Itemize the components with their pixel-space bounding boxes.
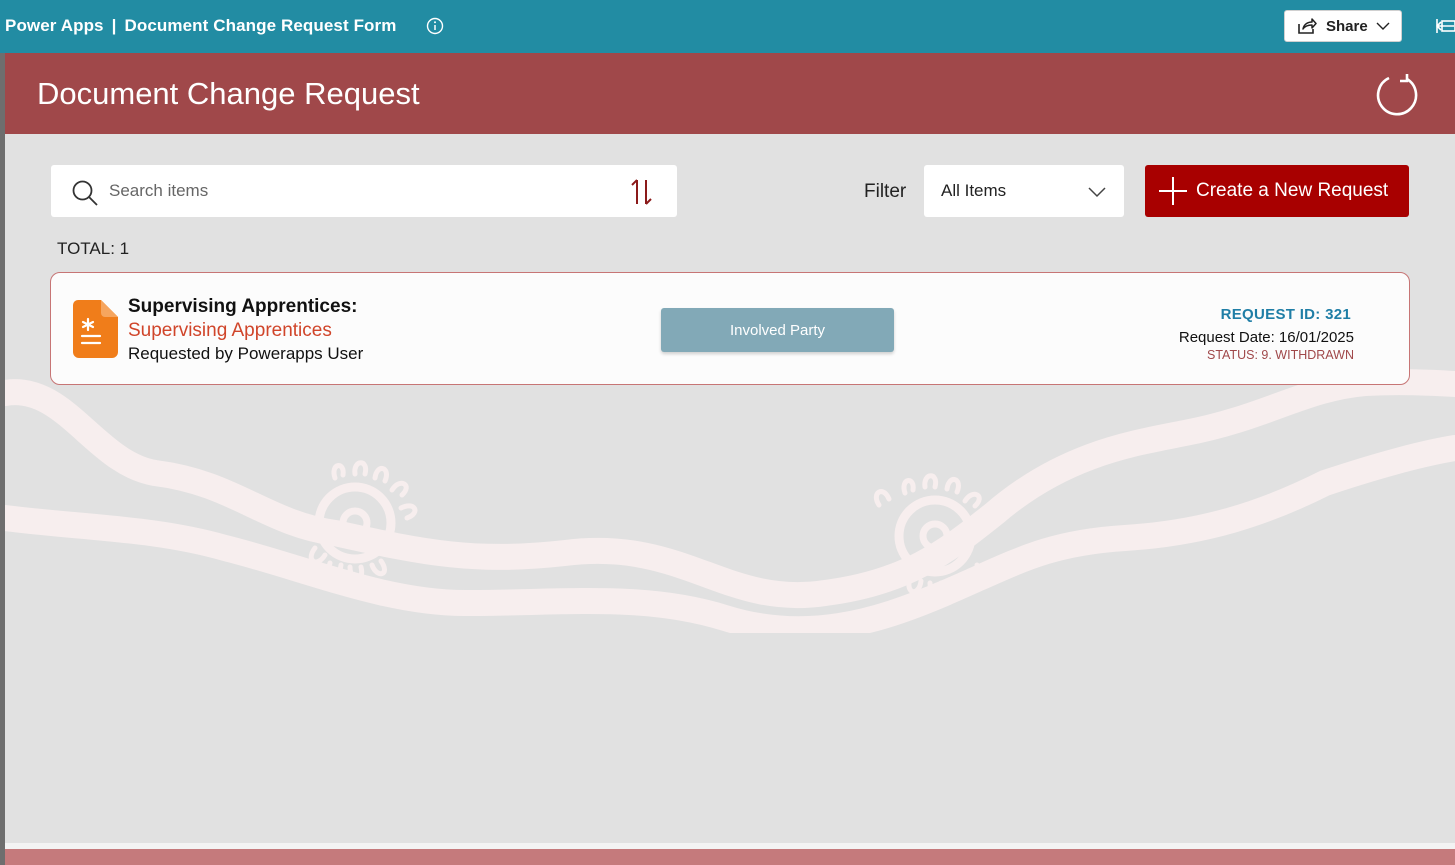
record-subtitle: Supervising Apprentices (128, 320, 332, 341)
status-badge: STATUS: 9. WITHDRAWN (1207, 348, 1354, 362)
request-card[interactable]: Supervising Apprentices: Supervising App… (50, 272, 1410, 385)
document-icon (73, 300, 118, 358)
chevron-down-icon (1376, 22, 1390, 30)
create-request-button[interactable]: Create a New Request (1145, 165, 1409, 217)
form-title: Document Change Request Form (124, 16, 397, 35)
app-breadcrumb: Power Apps | Document Change Request Form (5, 16, 396, 36)
plus-icon (1159, 177, 1187, 205)
footer-bar (5, 849, 1455, 865)
app-canvas: Document Change Request Search items Fil… (5, 53, 1455, 865)
chevron-down-icon (1088, 187, 1106, 198)
refresh-icon[interactable] (1375, 71, 1421, 117)
search-box[interactable] (51, 165, 677, 217)
page-title: Document Change Request (37, 76, 420, 111)
share-icon (1298, 18, 1317, 34)
fullscreen-icon[interactable] (1436, 18, 1455, 34)
record-requested-by: Requested by Powerapps User (128, 344, 364, 363)
create-request-label: Create a New Request (1196, 180, 1389, 201)
info-icon[interactable] (426, 17, 444, 35)
share-button[interactable]: Share (1284, 10, 1402, 42)
request-date: Request Date: 16/01/2025 (1178, 329, 1354, 346)
filter-dropdown[interactable]: All Items (924, 165, 1124, 217)
sort-icon[interactable] (629, 177, 655, 207)
search-input[interactable] (109, 175, 609, 207)
share-label: Share (1326, 17, 1368, 35)
request-id: REQUEST ID: 321 (1220, 306, 1351, 323)
filter-label: Filter (864, 181, 907, 202)
background-artwork (5, 369, 1455, 633)
app-header: Document Change Request (5, 53, 1455, 134)
filter-selected-value: All Items (941, 181, 1007, 200)
involved-party-button[interactable]: Involved Party (661, 308, 894, 352)
record-title: Supervising Apprentices: (128, 296, 358, 317)
breadcrumb-separator: | (111, 16, 117, 35)
total-count: TOTAL: 1 (57, 239, 130, 258)
search-icon (72, 180, 98, 206)
power-apps-topbar: Power Apps | Document Change Request Form … (0, 0, 1455, 53)
app-name[interactable]: Power Apps (5, 16, 104, 35)
